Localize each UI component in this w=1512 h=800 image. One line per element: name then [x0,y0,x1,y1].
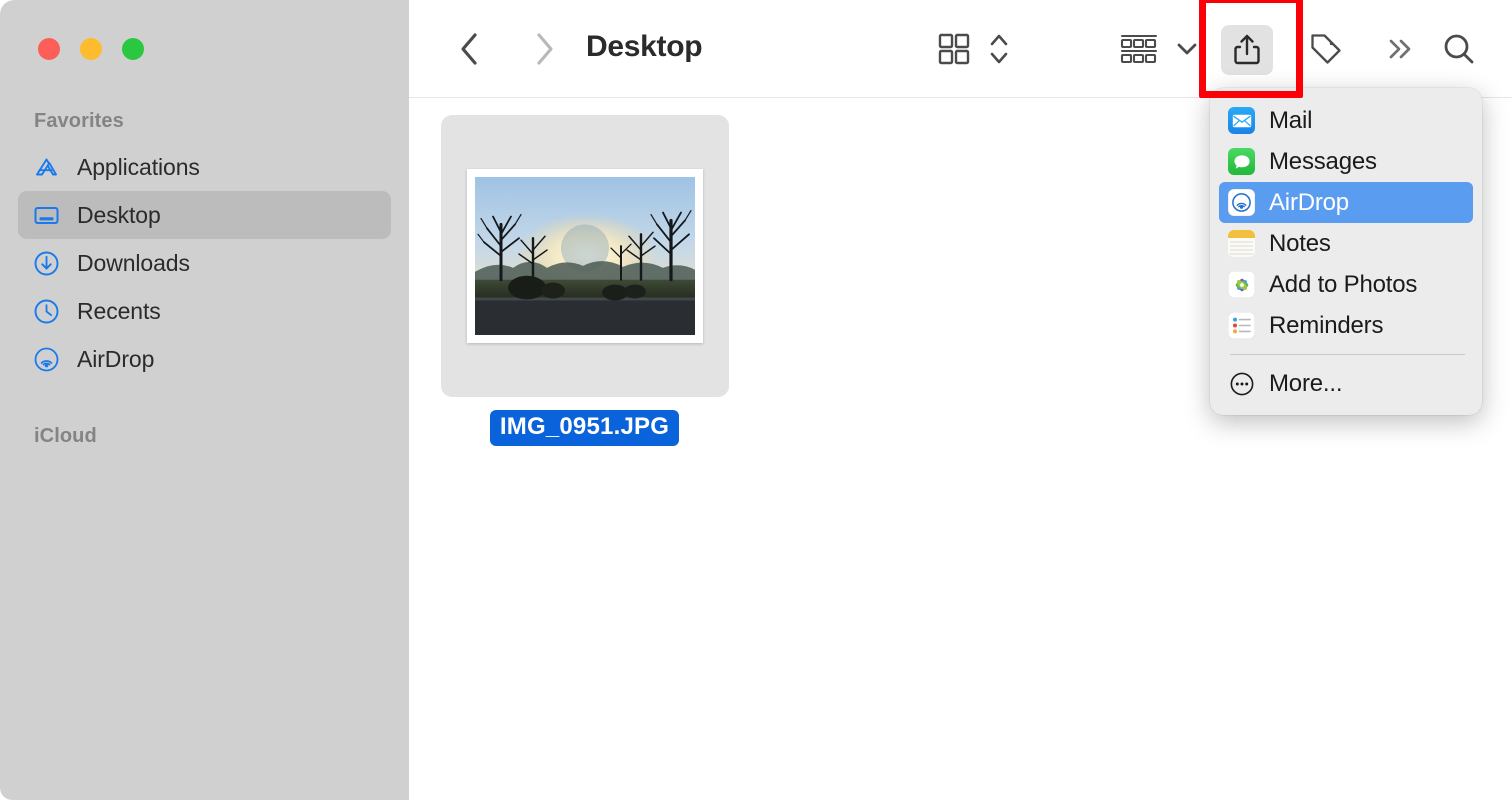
more-ellipsis-icon [1228,370,1255,397]
share-menu-item-airdrop[interactable]: AirDrop [1219,182,1473,223]
file-thumbnail-tile[interactable] [440,115,729,397]
share-menu-item-reminders[interactable]: Reminders [1219,305,1473,346]
messages-app-icon [1228,148,1255,175]
share-menu-item-label: Reminders [1269,311,1384,339]
chevron-down-icon[interactable] [1169,25,1205,73]
downloads-icon [33,250,60,277]
recents-clock-icon [33,298,60,325]
view-stepper-button[interactable] [983,25,1015,73]
page-title: Desktop [586,30,703,63]
close-window-button[interactable] [38,38,60,60]
share-menu-item-label: Notes [1269,229,1331,257]
sidebar-item-recents[interactable]: Recents [18,287,391,335]
sidebar-section-favorites-title: Favorites [34,110,124,132]
file-name-label[interactable]: IMG_0951.JPG [489,410,680,446]
photos-app-icon [1228,271,1255,298]
sidebar-item-label: AirDrop [77,345,155,372]
airdrop-icon [33,346,60,373]
window-controls [38,38,144,60]
sidebar-item-airdrop[interactable]: AirDrop [18,335,391,383]
mail-app-icon [1228,107,1255,134]
desktop-icon [33,202,60,229]
share-menu-item-notes[interactable]: Notes [1219,223,1473,264]
notes-app-icon [1228,230,1255,257]
sidebar-section-icloud-title: iCloud [34,425,97,447]
sidebar-item-label: Desktop [77,201,161,228]
share-menu-item-label: Messages [1269,147,1377,175]
sunset-park-photo [474,177,695,335]
share-menu-item-label: AirDrop [1269,188,1349,216]
reminders-app-icon [1228,312,1255,339]
icon-view-button[interactable] [930,25,978,73]
share-menu-item-more[interactable]: More... [1219,363,1473,404]
sidebar-item-desktop[interactable]: Desktop [18,191,391,239]
image-thumbnail [466,169,703,343]
back-button[interactable] [447,26,493,72]
tag-icon[interactable] [1302,25,1350,73]
minimize-window-button[interactable] [80,38,102,60]
share-menu-item-label: Add to Photos [1269,270,1418,298]
share-menu: Mail Messages AirDrop Notes Add to Photo… [1210,88,1482,415]
search-icon[interactable] [1435,25,1483,73]
applications-icon [33,154,60,181]
toolbar: Desktop [409,0,1512,98]
share-menu-item-label: More... [1269,369,1343,397]
share-menu-item-messages[interactable]: Messages [1219,141,1473,182]
list-item[interactable]: IMG_0951.JPG [429,115,740,446]
sidebar-item-label: Recents [77,297,161,324]
maximize-window-button[interactable] [122,38,144,60]
airdrop-app-icon [1228,189,1255,216]
menu-divider [1230,354,1465,355]
sidebar-scroll-area: Favorites Applications Desktop Downloads… [0,96,409,800]
share-button[interactable] [1221,25,1273,75]
group-items-button[interactable] [1112,25,1166,73]
forward-button[interactable] [521,26,567,72]
finder-window: Favorites Applications Desktop Downloads… [0,0,1512,800]
share-menu-item-add-to-photos[interactable]: Add to Photos [1219,264,1473,305]
share-menu-item-mail[interactable]: Mail [1219,100,1473,141]
sidebar-item-label: Applications [77,153,200,180]
sidebar: Favorites Applications Desktop Downloads… [0,0,409,800]
sidebar-item-downloads[interactable]: Downloads [18,239,391,287]
more-toolbar-items-icon[interactable] [1377,25,1425,73]
sidebar-item-label: Downloads [77,249,190,276]
share-menu-item-label: Mail [1269,106,1313,134]
sidebar-item-applications[interactable]: Applications [18,143,391,191]
